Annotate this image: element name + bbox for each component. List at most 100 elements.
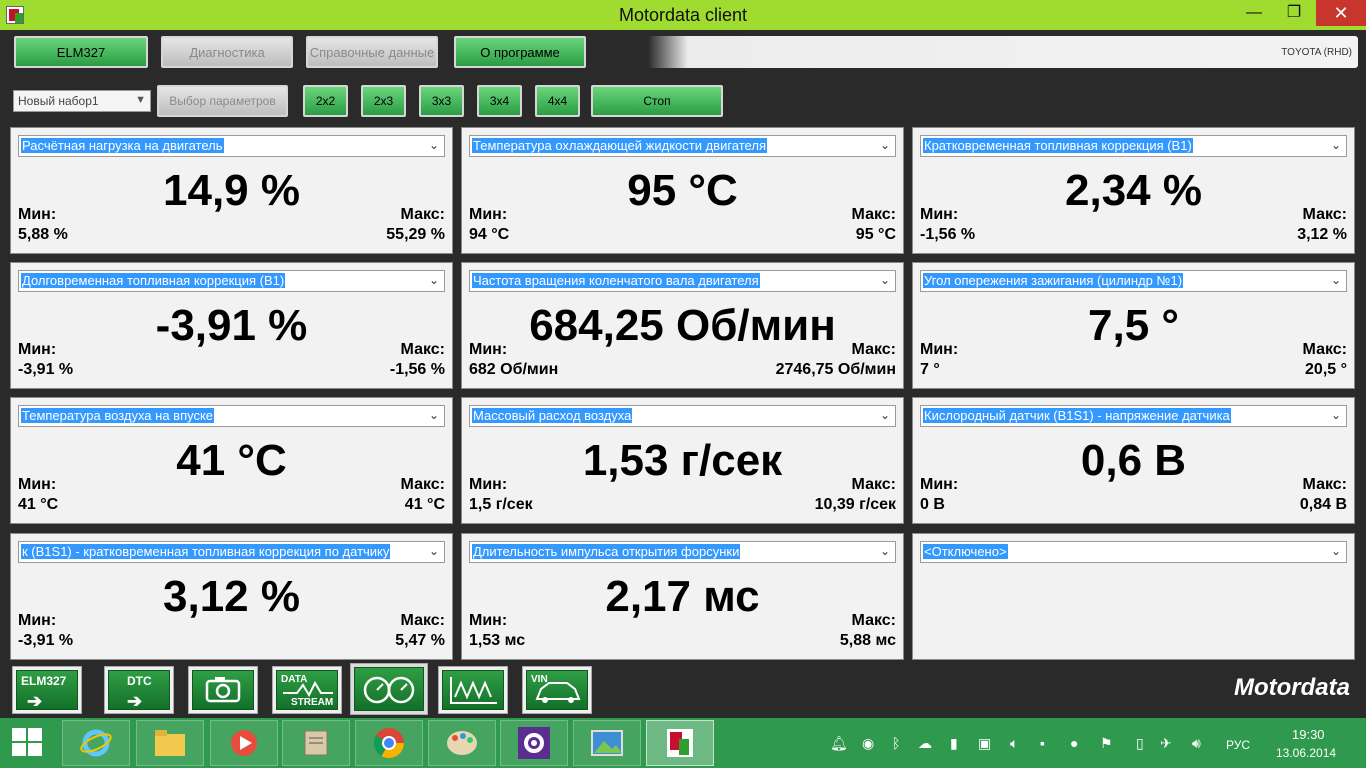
language-indicator[interactable]: РУС xyxy=(1226,738,1250,752)
flag-icon[interactable]: ⚑ xyxy=(1100,735,1113,752)
nav-data-stream-button[interactable]: DATA STREAM xyxy=(272,666,342,714)
taskbar-settings-icon[interactable] xyxy=(500,720,568,766)
chevron-down-icon: ⌄ xyxy=(1327,544,1341,558)
internet-explorer-icon xyxy=(80,729,112,757)
menu-about-button[interactable]: О программе xyxy=(454,36,586,68)
panda-icon[interactable]: ● xyxy=(1070,735,1078,751)
gauge-value: 684,25 Об/мин xyxy=(529,301,836,350)
nav-snapshot-button[interactable] xyxy=(188,666,258,714)
gauge-param-select[interactable]: Кратковременная топливная коррекция (B1)… xyxy=(920,135,1347,157)
gauge-max-value: 95 °C xyxy=(855,226,896,243)
app-window: ELM327 Диагностика Справочные данные О п… xyxy=(0,30,1366,718)
gauge-value: 0,6 В xyxy=(1080,436,1187,485)
photos-icon xyxy=(591,730,623,756)
gauge-panel: Частота вращения коленчатого вала двигат… xyxy=(461,262,904,389)
parameter-set-select[interactable]: Новый набор1 ▼ xyxy=(13,90,151,112)
gauge-param-select[interactable]: Угол опережения зажигания (цилиндр №1) ⌄ xyxy=(920,270,1347,292)
nav-elm327-button[interactable]: ELM327 ➔ xyxy=(12,666,82,714)
gauge-param-select[interactable]: <Отключено> ⌄ xyxy=(920,541,1347,563)
taskbar-photos-icon[interactable] xyxy=(573,720,641,766)
bluetooth-icon[interactable]: ᛒ xyxy=(892,735,900,751)
chevron-down-icon: ⌄ xyxy=(876,273,890,287)
gauge-max-value: 0,84 В xyxy=(1299,496,1347,513)
clock-date[interactable]: 13.06.2014 xyxy=(1276,746,1336,760)
grid-3x3-button[interactable]: 3x3 xyxy=(419,85,464,117)
graph-icon xyxy=(450,677,497,704)
menu-diagnostics-button[interactable]: Диагностика xyxy=(161,36,293,68)
nav-vin-button[interactable]: VIN xyxy=(522,666,592,714)
gauge-value: 7,5 ° xyxy=(1088,301,1179,350)
menu-elm327-button[interactable]: ELM327 xyxy=(14,36,148,68)
airplane-mode-icon[interactable]: ✈ xyxy=(1160,735,1172,752)
close-button[interactable]: ✕ xyxy=(1316,0,1366,26)
nav-dashboard-button[interactable] xyxy=(350,663,428,715)
gauge-min-label: Мин: xyxy=(920,206,959,223)
menu-reference-button[interactable]: Справочные данные xyxy=(306,36,438,68)
taskbar: 🔔︎ ◉ ᛒ ☁ ▮ ▣ 🔈︎ ▪ ● ⚑ ▯ ✈ 🔊︎ РУС 19:30 1… xyxy=(0,718,1366,768)
arrow-right-icon: ➔ xyxy=(127,691,143,711)
nav-graph-button[interactable] xyxy=(438,666,508,714)
taskbar-ie-icon[interactable] xyxy=(62,720,130,766)
grid-4x4-button[interactable]: 4x4 xyxy=(535,85,580,117)
gauge-min-value: 94 °C xyxy=(469,226,510,243)
gauge-min-value: 7 ° xyxy=(920,361,940,378)
taskbar-paint-icon[interactable] xyxy=(428,720,496,766)
taskbar-app4-icon[interactable] xyxy=(282,720,350,766)
gauge-min-value: 682 Об/мин xyxy=(469,361,559,378)
cloud-warning-icon[interactable]: ☁ xyxy=(918,735,932,752)
grid-3x4-button[interactable]: 3x4 xyxy=(477,85,522,117)
toolbar: Новый набор1 ▼ Выбор параметров 2x2 2x3 … xyxy=(0,80,1366,120)
nav-dtc-button[interactable]: DTC ➔ xyxy=(104,666,174,714)
notebook-icon xyxy=(304,730,328,756)
gauge-param-select[interactable]: Массовый расход воздуха ⌄ xyxy=(469,405,896,427)
gauge-panel: Долговременная топливная коррекция (B1) ⌄… xyxy=(10,262,453,389)
gauge-min-label: Мин: xyxy=(469,612,508,629)
taskbar-media-icon[interactable] xyxy=(210,720,278,766)
gauge-param-select[interactable]: Длительность импульса открытия форсунки ⌄ xyxy=(469,541,896,563)
grid-2x2-button[interactable]: 2x2 xyxy=(303,85,348,117)
network-globe-icon[interactable]: ◉ xyxy=(862,735,874,752)
gauge-max-value: -1,56 % xyxy=(389,361,445,378)
speaker-muted-icon[interactable]: 🔈︎ xyxy=(1010,735,1018,752)
window-icon[interactable]: ▪ xyxy=(1040,735,1045,751)
volume-icon[interactable]: 🔊︎ xyxy=(1192,735,1201,752)
taskbar-explorer-icon[interactable] xyxy=(136,720,204,766)
gauge-param-select[interactable]: Расчётная нагрузка на двигатель ⌄ xyxy=(18,135,445,157)
chrome-icon xyxy=(373,728,404,759)
chevron-down-icon: ⌄ xyxy=(1327,138,1341,152)
gauge-value: 95 °C xyxy=(627,166,738,215)
clock-time[interactable]: 19:30 xyxy=(1292,727,1325,742)
usb-device-icon[interactable]: ▮ xyxy=(950,735,958,752)
minimize-button[interactable]: — xyxy=(1234,0,1274,26)
gauge-param-select[interactable]: Температура воздуха на впуске ⌄ xyxy=(18,405,445,427)
notification-icon[interactable]: 🔔︎ xyxy=(830,735,848,752)
gauge-value: 2,17 мс xyxy=(605,572,760,621)
gauge-min-value: 0 В xyxy=(920,496,945,513)
taskbar-motordata-icon[interactable] xyxy=(646,720,714,766)
gauge-min-value: 41 °C xyxy=(18,496,59,513)
taskbar-chrome-icon[interactable] xyxy=(355,720,423,766)
nav-elm327-label: ELM327 xyxy=(21,674,67,688)
gauge-min-label: Мин: xyxy=(469,206,508,223)
maximize-button[interactable]: ❐ xyxy=(1274,0,1314,26)
grid-2x3-button[interactable]: 2x3 xyxy=(361,85,406,117)
gauge-max-value: 3,12 % xyxy=(1297,226,1347,243)
start-button[interactable] xyxy=(12,728,44,758)
folder-icon xyxy=(155,730,185,756)
gauge-param-select[interactable]: Кислородный датчик (B1S1) - напряжение д… xyxy=(920,405,1347,427)
gauge-param-select[interactable]: Температура охлаждающей жидкости двигате… xyxy=(469,135,896,157)
display-icon[interactable]: ▣ xyxy=(978,735,991,752)
stop-button[interactable]: Стоп xyxy=(591,85,723,117)
gauge-min-value: 1,53 мс xyxy=(469,632,526,649)
gauge-param-select[interactable]: Частота вращения коленчатого вала двигат… xyxy=(469,270,896,292)
gauge-param-label: Долговременная топливная коррекция (B1) xyxy=(21,273,286,288)
gauge-param-select[interactable]: к (B1S1) - кратковременная топливная кор… xyxy=(18,541,445,563)
gauge-value: 3,12 % xyxy=(163,572,300,621)
gauge-min-label: Мин: xyxy=(469,476,508,493)
chevron-down-icon: ⌄ xyxy=(425,408,439,422)
gauge-panel: Массовый расход воздуха ⌄ 1,53 г/сек Мин:… xyxy=(461,397,904,524)
gauge-param-select[interactable]: Долговременная топливная коррекция (B1) ⌄ xyxy=(18,270,445,292)
battery-icon[interactable]: ▯ xyxy=(1136,735,1144,752)
gauge-max-label: Макс: xyxy=(400,476,445,493)
select-params-button[interactable]: Выбор параметров xyxy=(157,85,288,117)
